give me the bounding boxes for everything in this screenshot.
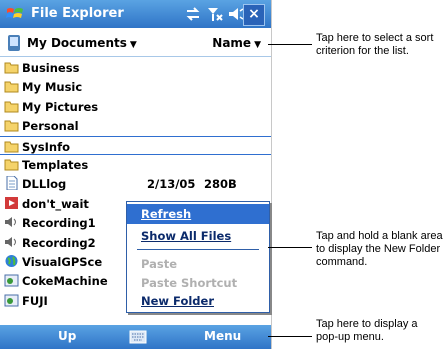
menu-item-label: Refresh [141,207,192,221]
file-name: My Music [22,80,83,95]
list-item[interactable]: Templates [0,155,271,174]
file-name: SysInfo [22,139,70,154]
file-name: DLLlog [22,177,67,192]
folder-name: My Documents [27,36,127,50]
file-name: My Pictures [22,99,99,114]
folder-icon [4,81,19,93]
close-button[interactable]: × [243,4,265,26]
folder-dropdown[interactable]: My Documents ▼ [27,36,137,50]
connectivity-icon[interactable] [184,5,202,23]
file-name: don't_wait [22,196,89,211]
signal-icon[interactable] [206,5,224,23]
callout-blank: Tap and hold a blank area to display the… [316,230,443,268]
list-item[interactable]: My Music [0,77,271,96]
recording-icon [5,217,16,228]
recording-icon [5,236,16,247]
menu-item-new-folder[interactable]: New Folder [141,294,214,308]
command-bar: Up Menu [0,325,271,349]
list-item[interactable]: Personal [0,116,271,135]
folder-icon [4,120,19,132]
file-date: 2/13/05 [147,177,196,192]
file-name: Personal [22,119,79,134]
callout-line-sort [268,44,312,45]
list-item[interactable]: DLLlog 2/13/05 280B [0,174,271,193]
up-button[interactable]: Up [58,329,76,343]
app-title: File Explorer [31,6,124,21]
context-menu: Refresh Show All Files Paste Paste Short… [126,201,270,313]
file-name: VisualGPSce [22,254,103,269]
windows-start-icon[interactable] [5,4,25,24]
chevron-down-icon: ▼ [129,40,137,50]
callout-line-blank [268,247,312,248]
menu-item-show-all-files[interactable]: Show All Files [141,229,231,243]
file-name: Recording1 [22,216,96,231]
location-bar: My Documents ▼ Name ▼ [0,30,271,57]
pocketpc-screen: File Explorer × My Documents ▼ Name ▼ Busi… [0,0,272,349]
globe-icon [5,254,18,267]
keyboard-icon[interactable] [129,330,147,344]
list-item[interactable]: My Pictures [0,97,271,116]
menu-item-paste[interactable]: Paste [141,257,177,271]
folder-icon [4,159,19,171]
chevron-down-icon: ▼ [254,40,261,50]
program-icon [4,294,19,307]
file-name: Recording2 [22,235,96,250]
file-size: 280B [204,177,237,192]
menu-item-paste-shortcut[interactable]: Paste Shortcut [141,276,237,290]
callout-line-menu [268,336,312,337]
callout-sort: Tap here to select a sort criterion for … [316,32,434,57]
folder-icon [4,141,19,153]
menu-separator [137,249,259,250]
menu-item-refresh[interactable]: Refresh [127,204,269,224]
file-name: Templates [22,157,89,172]
program-icon [4,274,19,287]
file-name: FUJI [22,293,48,308]
folder-icon [4,101,19,113]
folder-icon [4,62,19,74]
document-icon [6,176,18,191]
callout-menu: Tap here to display a pop-up menu. [316,318,418,343]
media-icon [5,196,18,209]
list-item[interactable]: Business [0,58,271,77]
sort-label: Name [212,36,252,50]
list-item-selected[interactable]: SysInfo [0,135,271,155]
title-bar: File Explorer × [0,0,271,28]
file-name: Business [22,61,80,75]
pocket-pc-icon [8,35,20,51]
sort-dropdown[interactable]: Name ▼ [212,36,261,50]
file-name: CokeMachine [22,274,108,289]
menu-button[interactable]: Menu [204,329,241,343]
